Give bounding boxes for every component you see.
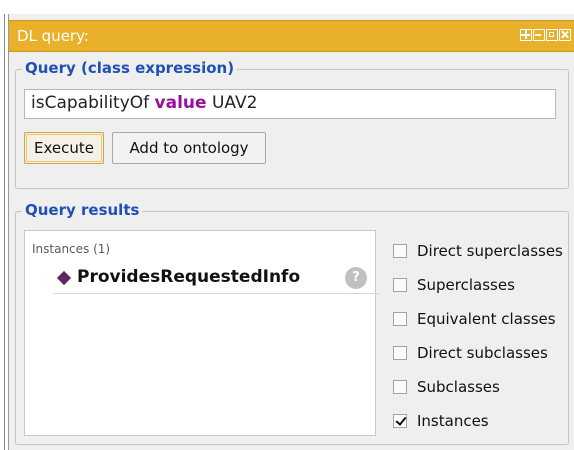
left-edge [0, 14, 8, 450]
window-controls [520, 29, 571, 41]
help-icon[interactable]: ? [345, 267, 367, 289]
close-icon[interactable] [559, 29, 571, 41]
dl-query-panel: DL query: Query (class expression) isCap… [8, 14, 574, 450]
option-label: Superclasses [417, 276, 515, 294]
option-label: Instances [417, 412, 489, 430]
query-legend: Query (class expression) [22, 59, 238, 77]
execute-button[interactable]: Execute [24, 132, 104, 164]
option-superclasses[interactable]: Superclasses [393, 274, 515, 296]
query-group: Query (class expression) isCapabilityOf … [15, 59, 569, 189]
option-label: Direct superclasses [417, 242, 563, 260]
expression-text-1: isCapabilityOf [31, 93, 155, 113]
expression-text-2: UAV2 [206, 93, 258, 113]
diamond-icon [56, 270, 72, 286]
checkbox[interactable] [393, 312, 407, 326]
maximize-icon[interactable] [546, 29, 558, 41]
results-legend: Query results [22, 201, 143, 219]
results-group: Query results Instances (1) ProvidesRequ… [15, 201, 569, 445]
list-item[interactable]: ProvidesRequestedInfo ? [53, 263, 379, 294]
checkbox[interactable] [393, 380, 407, 394]
add-to-ontology-button[interactable]: Add to ontology [112, 132, 266, 164]
class-expression-input[interactable]: isCapabilityOf value UAV2 [24, 89, 556, 119]
panel-title: DL query: [17, 27, 89, 45]
option-label: Subclasses [417, 378, 500, 396]
option-label: Equivalent classes [417, 310, 556, 328]
expression-keyword: value [154, 93, 207, 113]
option-direct-superclasses[interactable]: Direct superclasses [393, 240, 563, 262]
checkbox[interactable] [393, 244, 407, 258]
title-bar: DL query: [9, 20, 574, 52]
top-strip [0, 0, 574, 14]
split-view-icon[interactable] [520, 29, 532, 41]
option-direct-subclasses[interactable]: Direct subclasses [393, 342, 548, 364]
option-label: Direct subclasses [417, 344, 548, 362]
individual-name: ProvidesRequestedInfo [77, 267, 301, 287]
checkbox[interactable] [393, 346, 407, 360]
instances-section-header: Instances (1) [32, 242, 111, 256]
checkbox-checked[interactable] [393, 414, 407, 428]
checkbox[interactable] [393, 278, 407, 292]
option-subclasses[interactable]: Subclasses [393, 376, 500, 398]
results-list[interactable]: Instances (1) ProvidesRequestedInfo ? [24, 230, 379, 436]
minimize-icon[interactable] [533, 29, 545, 41]
result-options: Direct superclasses Superclasses Equival… [393, 212, 569, 442]
option-equivalent-classes[interactable]: Equivalent classes [393, 308, 556, 330]
option-instances[interactable]: Instances [393, 410, 489, 432]
